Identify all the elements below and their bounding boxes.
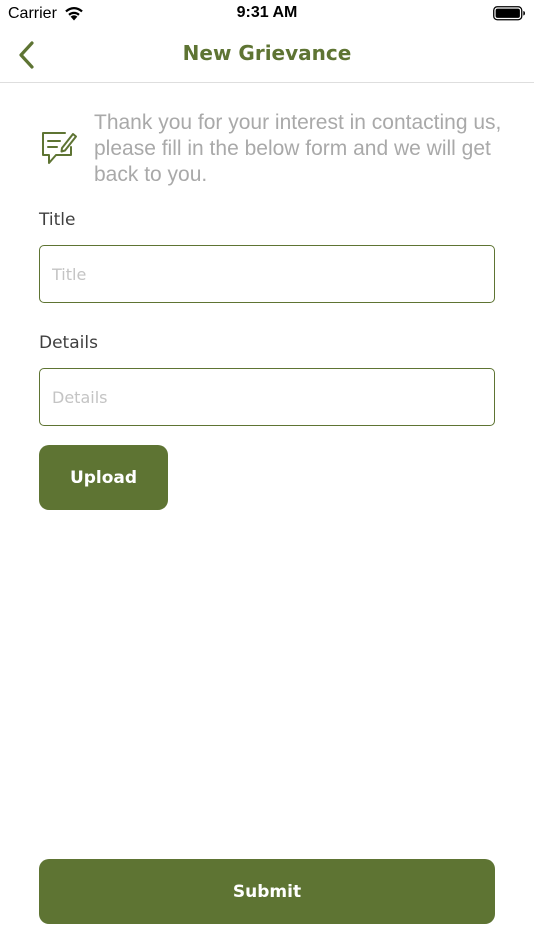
details-label: Details [39, 333, 98, 353]
title-label: Title [39, 210, 76, 230]
details-input[interactable] [39, 368, 495, 426]
page-title: New Grievance [182, 41, 352, 65]
status-time: 9:31 AM [236, 4, 298, 21]
submit-button[interactable]: Submit [39, 859, 495, 924]
battery-icon [493, 6, 526, 25]
intro-message: Thank you for your interest in contactin… [94, 111, 502, 186]
status-bar: Carrier 9:31 AM [0, 0, 534, 28]
message-edit-icon [40, 130, 78, 170]
upload-button[interactable]: Upload [39, 445, 168, 510]
navigation-bar: New Grievance [0, 28, 534, 83]
new-grievance-screen: Carrier 9:31 AM New Grievance Thank you … [0, 0, 534, 950]
title-input[interactable] [39, 245, 495, 303]
